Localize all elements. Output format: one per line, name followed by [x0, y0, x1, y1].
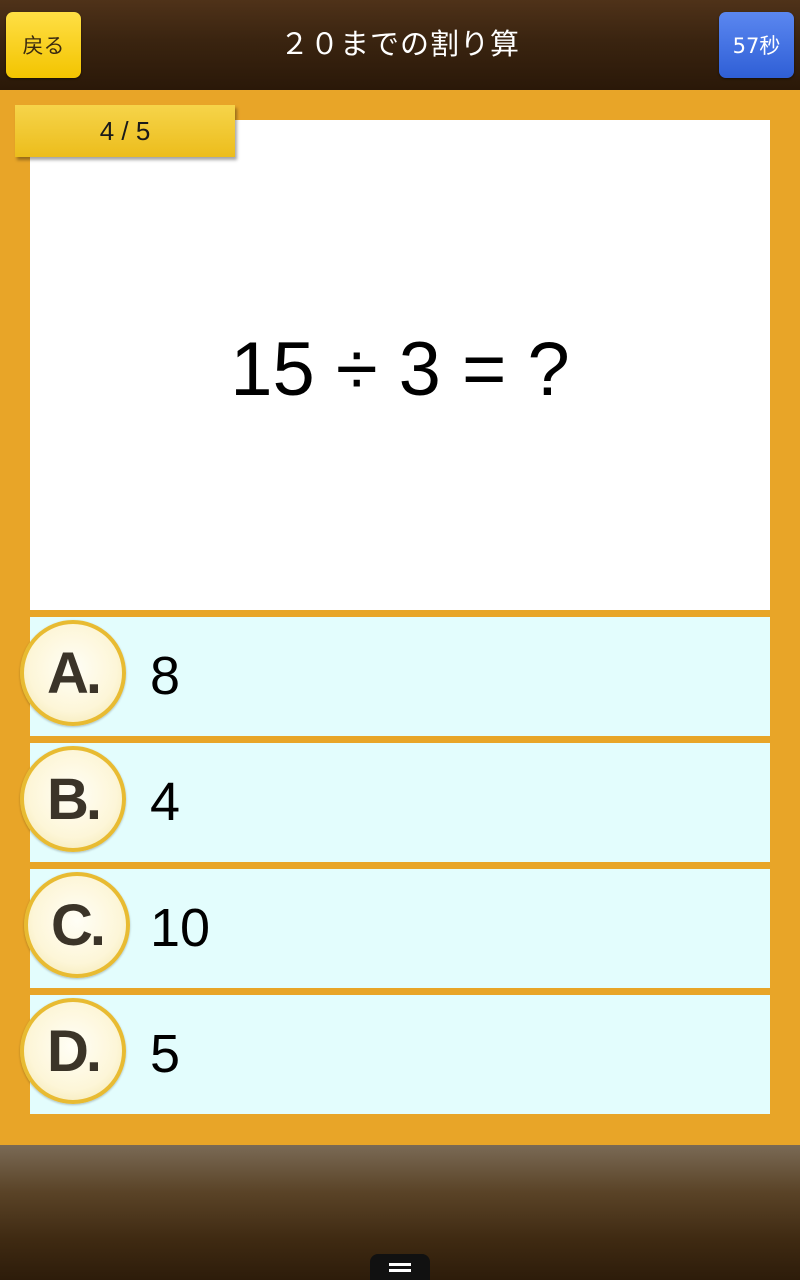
answer-letter-badge: A.	[20, 620, 126, 726]
answer-option-c[interactable]: C. 10	[24, 869, 770, 988]
page-title: ２０までの割り算	[279, 27, 520, 61]
answer-letter-badge: C.	[24, 872, 130, 978]
answer-letter-badge: B.	[20, 746, 126, 852]
menu-icon[interactable]	[370, 1254, 430, 1280]
answer-option-d[interactable]: D. 5	[20, 995, 770, 1114]
answer-option-b[interactable]: B. 4	[20, 743, 770, 862]
answer-value: 10	[150, 898, 211, 958]
answer-value: 5	[150, 1024, 181, 1084]
answer-letter-badge: D.	[20, 998, 126, 1104]
question-progress: 4 / 5	[15, 105, 235, 157]
back-button[interactable]: 戻る	[6, 12, 81, 78]
question-text: 15 ÷ 3 = ?	[230, 327, 570, 412]
timer-badge: 57秒	[719, 12, 794, 78]
answer-option-a[interactable]: A. 8	[20, 617, 770, 736]
answer-value: 4	[150, 772, 181, 832]
answer-value: 8	[150, 646, 181, 706]
top-bar: 戻る ２０までの割り算 57秒	[0, 0, 800, 90]
